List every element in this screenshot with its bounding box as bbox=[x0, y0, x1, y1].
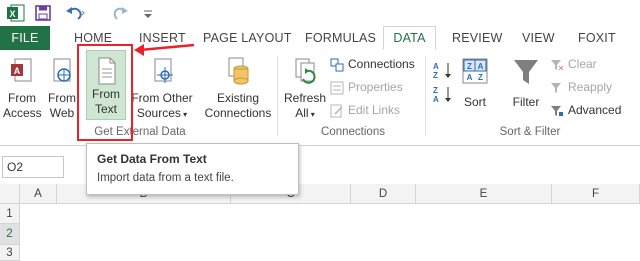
refresh-line2: All bbox=[295, 106, 309, 120]
properties-icon bbox=[330, 81, 344, 95]
access-database-icon: A bbox=[11, 58, 32, 82]
svg-text:A: A bbox=[467, 73, 473, 82]
redo-icon[interactable] bbox=[112, 3, 130, 23]
clear-label: Clear bbox=[568, 57, 597, 71]
svg-text:Z: Z bbox=[478, 73, 483, 82]
tab-view[interactable]: VIEW bbox=[522, 26, 555, 50]
svg-text:Z: Z bbox=[467, 62, 472, 71]
from-other-line1: From Other bbox=[131, 91, 193, 105]
quick-access-toolbar: X bbox=[0, 0, 640, 26]
annotation-arrow-icon bbox=[134, 43, 195, 56]
filter-funnel-icon bbox=[514, 60, 538, 84]
tab-data[interactable]: DATA bbox=[383, 26, 436, 50]
svg-text:A: A bbox=[478, 62, 484, 71]
column-header-d[interactable]: D bbox=[351, 184, 416, 204]
tooltip-description: Import data from a text file. bbox=[97, 172, 234, 184]
edit-links-icon bbox=[330, 104, 343, 118]
sort-label: Sort bbox=[463, 95, 486, 109]
from-access-line2: Access bbox=[3, 106, 42, 120]
group-divider bbox=[277, 56, 278, 136]
web-globe-icon bbox=[53, 58, 71, 82]
svg-text:Z: Z bbox=[433, 86, 438, 95]
group-label-sort-filter: Sort & Filter bbox=[499, 126, 561, 138]
tooltip-title: Get Data From Text bbox=[97, 152, 207, 166]
row-header-1[interactable]: 1 bbox=[0, 204, 20, 224]
dropdown-arrow-icon: ▾ bbox=[308, 110, 315, 119]
sort-ascending-icon: AZ bbox=[433, 62, 451, 80]
connections-icon bbox=[330, 58, 344, 72]
existing-line1: Existing bbox=[216, 91, 260, 105]
edit-links-button[interactable]: Edit Links bbox=[330, 100, 400, 120]
connections-label: Connections bbox=[348, 57, 415, 71]
sort-a-to-z-button[interactable]: AZ bbox=[432, 60, 454, 83]
connections-button[interactable]: Connections bbox=[330, 54, 415, 74]
properties-label: Properties bbox=[348, 80, 403, 94]
undo-icon[interactable] bbox=[64, 3, 86, 23]
advanced-filter-icon bbox=[551, 105, 563, 116]
dropdown-arrow-icon: ▾ bbox=[180, 110, 188, 119]
highlight-box bbox=[77, 44, 133, 141]
existing-connections-button[interactable]: Existing Connections bbox=[203, 55, 273, 121]
refresh-all-button[interactable]: Refresh All ▾ bbox=[283, 55, 327, 122]
select-all-corner[interactable] bbox=[0, 184, 20, 204]
excel-logo-icon: X bbox=[6, 3, 26, 23]
advanced-button[interactable]: Advanced bbox=[550, 100, 621, 120]
filter-label: Filter bbox=[512, 95, 540, 109]
other-sources-icon bbox=[154, 58, 173, 83]
existing-connections-icon bbox=[228, 57, 249, 85]
column-header-f[interactable]: F bbox=[552, 184, 640, 204]
clear-filter-icon bbox=[551, 59, 564, 71]
tab-review[interactable]: REVIEW bbox=[452, 26, 503, 50]
worksheet-grid[interactable]: A B C D E F 1 2 3 bbox=[0, 184, 640, 261]
sort-descending-icon: ZA bbox=[433, 86, 451, 104]
svg-text:A: A bbox=[14, 66, 21, 76]
properties-button[interactable]: Properties bbox=[330, 77, 403, 97]
existing-line2: Connections bbox=[204, 106, 272, 120]
refresh-icon bbox=[295, 58, 316, 84]
column-header-a[interactable]: A bbox=[20, 184, 57, 204]
from-other-line2: Sources bbox=[136, 106, 181, 120]
group-divider bbox=[425, 56, 426, 136]
customize-icon[interactable] bbox=[142, 3, 154, 23]
clear-button[interactable]: Clear bbox=[550, 54, 597, 74]
from-web-line2: Web bbox=[49, 106, 75, 120]
column-header-e[interactable]: E bbox=[416, 184, 552, 204]
from-access-button[interactable]: A From Access bbox=[3, 55, 42, 121]
tooltip: Get Data From Text Import data from a te… bbox=[86, 143, 299, 195]
edit-links-label: Edit Links bbox=[348, 103, 401, 117]
svg-text:A: A bbox=[433, 95, 439, 104]
svg-text:A: A bbox=[433, 62, 439, 71]
svg-text:X: X bbox=[9, 9, 15, 19]
from-access-line1: From bbox=[8, 91, 36, 105]
row-header-2[interactable]: 2 bbox=[0, 224, 20, 245]
svg-text:Z: Z bbox=[433, 71, 438, 80]
tab-formulas[interactable]: FORMULAS bbox=[305, 26, 376, 50]
group-label-connections: Connections bbox=[321, 126, 385, 138]
from-web-line1: From bbox=[48, 91, 76, 105]
advanced-label: Advanced bbox=[568, 103, 622, 117]
tab-page-layout[interactable]: PAGE LAYOUT bbox=[203, 26, 292, 50]
from-web-button[interactable]: From Web bbox=[47, 55, 77, 121]
reapply-label: Reapply bbox=[568, 80, 613, 94]
row-header-3[interactable]: 3 bbox=[0, 245, 20, 261]
sort-z-to-a-button[interactable]: ZA bbox=[432, 84, 454, 107]
refresh-line1: Refresh bbox=[283, 91, 327, 105]
tab-file[interactable]: FILE bbox=[0, 26, 50, 50]
reapply-button[interactable]: Reapply bbox=[550, 77, 612, 97]
sort-dialog-icon: Z AA Z bbox=[462, 58, 488, 84]
save-icon[interactable] bbox=[34, 3, 52, 23]
from-other-sources-button[interactable]: From Other Sources ▾ bbox=[130, 55, 194, 122]
tab-foxit-pdf[interactable]: FOXIT PDF bbox=[578, 26, 640, 69]
sort-button[interactable]: ZAAZ Sort bbox=[458, 55, 492, 110]
reapply-icon bbox=[551, 82, 561, 93]
name-box[interactable]: O2 bbox=[2, 156, 64, 178]
filter-button[interactable]: Filter bbox=[508, 55, 544, 110]
